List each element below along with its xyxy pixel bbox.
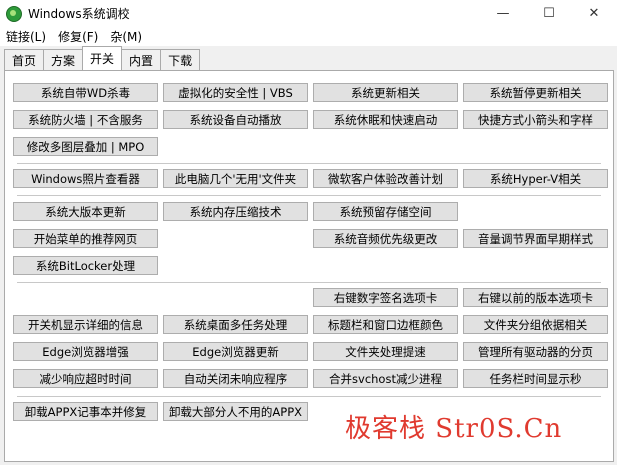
system-update-button[interactable]: 系统更新相关 (313, 83, 458, 102)
tab-builtin[interactable]: 内置 (121, 49, 162, 70)
tab-plans[interactable]: 方案 (43, 49, 84, 70)
autoplay-button[interactable]: 系统设备自动播放 (163, 110, 308, 129)
hyper-v-button[interactable]: 系统Hyper-V相关 (463, 169, 608, 188)
vbs-button[interactable]: 虚拟化的安全性 | VBS (163, 83, 308, 102)
drive-paging-button[interactable]: 管理所有驱动器的分页 (463, 342, 608, 361)
folder-grouping-button[interactable]: 文件夹分组依据相关 (463, 315, 608, 334)
minimize-button[interactable]: — (480, 0, 526, 27)
start-menu-recommend-button[interactable]: 开始菜单的推荐网页 (13, 229, 158, 248)
close-button[interactable]: ✕ (571, 0, 617, 27)
hibernate-button[interactable]: 系统休眠和快速启动 (313, 110, 458, 129)
this-pc-folders-button[interactable]: 此电脑几个'无用'文件夹 (163, 169, 308, 188)
signature-tab-button[interactable]: 右键数字签名选项卡 (313, 288, 458, 307)
tab-download[interactable]: 下载 (160, 49, 201, 70)
edge-update-button[interactable]: Edge浏览器更新 (163, 342, 308, 361)
taskbar-seconds-button[interactable]: 任务栏时间显示秒 (463, 369, 608, 388)
verbose-status-button[interactable]: 开关机显示详细的信息 (13, 315, 158, 334)
response-timeout-button[interactable]: 减少响应超时时间 (13, 369, 158, 388)
app-window: Windows系统调校 — ☐ ✕ 链接(L) 修复(F) 杂(M) 首页 方案… (0, 0, 617, 465)
auto-close-hung-button[interactable]: 自动关闭未响应程序 (163, 369, 308, 388)
maximize-button[interactable]: ☐ (526, 0, 572, 27)
photo-viewer-button[interactable]: Windows照片查看器 (13, 169, 158, 188)
separator (17, 163, 601, 164)
menu-bar: 链接(L) 修复(F) 杂(M) (0, 27, 617, 46)
uninstall-appx-button[interactable]: 卸载大部分人不用的APPX (163, 402, 308, 421)
svchost-merge-button[interactable]: 合并svchost减少进程 (313, 369, 458, 388)
window-title: Windows系统调校 (28, 7, 130, 21)
major-update-button[interactable]: 系统大版本更新 (13, 202, 158, 221)
multitasking-button[interactable]: 系统桌面多任务处理 (163, 315, 308, 334)
reserved-storage-button[interactable]: 系统预留存储空间 (313, 202, 458, 221)
wd-antivirus-button[interactable]: 系统自带WD杀毒 (13, 83, 158, 102)
menu-repair[interactable]: 修复(F) (52, 28, 104, 45)
separator (17, 282, 601, 283)
previous-versions-tab-button[interactable]: 右键以前的版本选项卡 (463, 288, 608, 307)
audio-priority-button[interactable]: 系统音频优先级更改 (313, 229, 458, 248)
memory-compression-button[interactable]: 系统内存压缩技术 (163, 202, 308, 221)
edge-enhance-button[interactable]: Edge浏览器增强 (13, 342, 158, 361)
titlebar-color-button[interactable]: 标题栏和窗口边框颜色 (313, 315, 458, 334)
tab-switches[interactable]: 开关 (82, 46, 123, 70)
watermark: 极客栈 Str0S.Cn (345, 414, 563, 444)
uninstall-notepad-button[interactable]: 卸载APPX记事本并修复 (13, 402, 158, 421)
tab-strip: 首页 方案 开关 内置 下载 (4, 46, 201, 70)
menu-misc[interactable]: 杂(M) (104, 28, 148, 45)
mpo-button[interactable]: 修改多图层叠加 | MPO (13, 137, 158, 156)
separator (17, 396, 601, 397)
firewall-button[interactable]: 系统防火墙 | 不含服务 (13, 110, 158, 129)
bitlocker-button[interactable]: 系统BitLocker处理 (13, 256, 158, 275)
title-bar: Windows系统调校 — ☐ ✕ (0, 0, 617, 27)
switches-panel: 系统自带WD杀毒 虚拟化的安全性 | VBS 系统更新相关 系统暂停更新相关 系… (4, 70, 614, 462)
app-logo-icon (6, 5, 22, 22)
tab-home[interactable]: 首页 (4, 49, 45, 70)
separator (17, 195, 601, 196)
pause-update-button[interactable]: 系统暂停更新相关 (463, 83, 608, 102)
shortcut-arrow-button[interactable]: 快捷方式小箭头和字样 (463, 110, 608, 129)
ceip-button[interactable]: 微软客户体验改善计划 (313, 169, 458, 188)
folder-speedup-button[interactable]: 文件夹处理提速 (313, 342, 458, 361)
volume-ui-style-button[interactable]: 音量调节界面早期样式 (463, 229, 608, 248)
menu-links[interactable]: 链接(L) (0, 28, 52, 45)
